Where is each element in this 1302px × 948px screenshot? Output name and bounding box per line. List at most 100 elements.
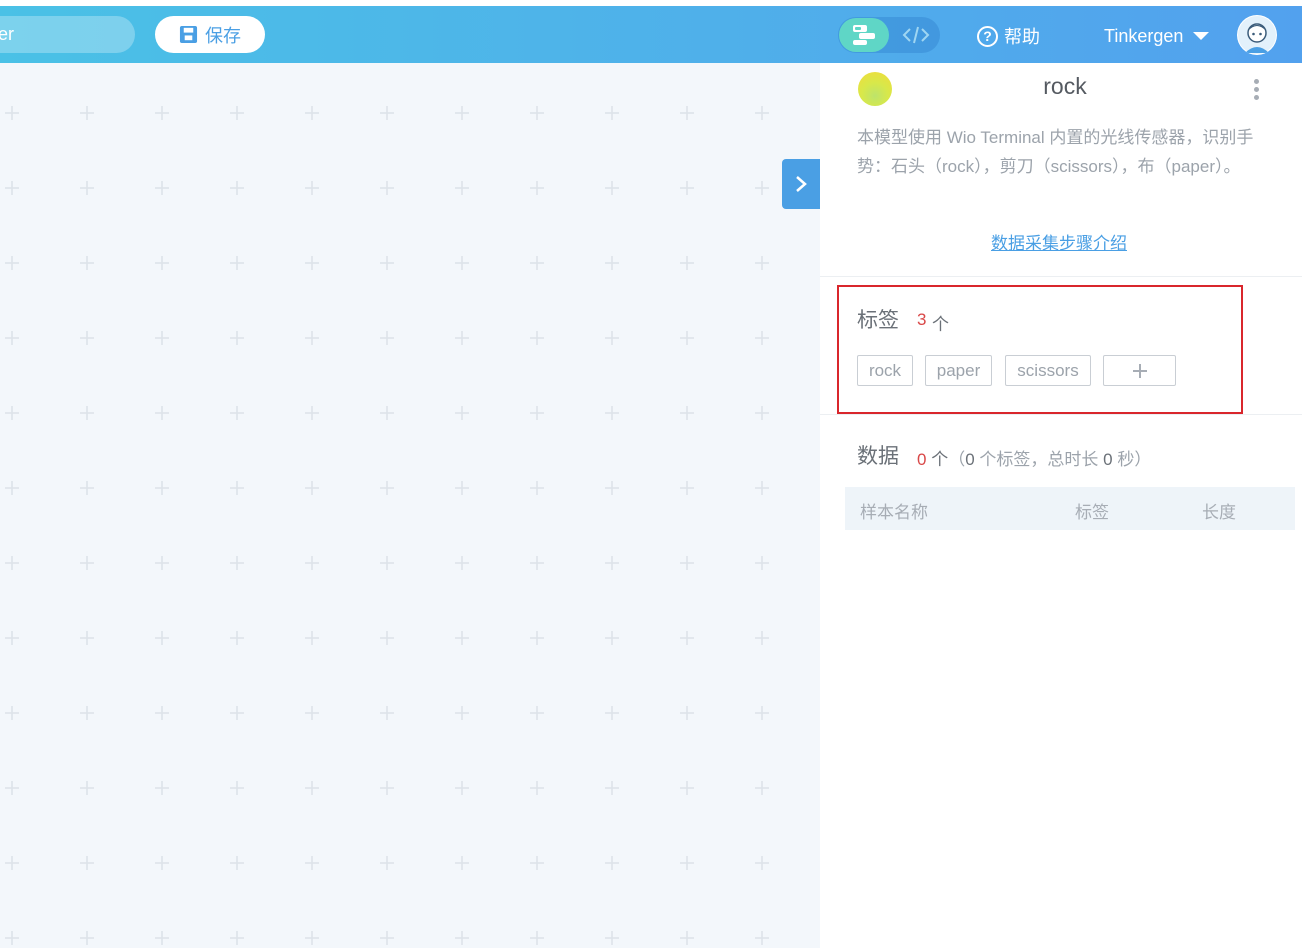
grid-plus-mark xyxy=(455,106,469,120)
data-label-text: 个标签，总时长 xyxy=(979,450,1099,469)
model-name: rock xyxy=(1043,73,1087,99)
user-name: Tinkergen xyxy=(1104,25,1184,46)
grid-plus-mark xyxy=(155,931,169,945)
grid-plus-mark xyxy=(230,106,244,120)
grid-plus-mark xyxy=(455,256,469,270)
grid-plus-mark xyxy=(680,706,694,720)
grid-plus-mark xyxy=(5,856,19,870)
code-mode-toggle[interactable] xyxy=(893,18,939,52)
grid-plus-mark xyxy=(230,781,244,795)
grid-plus-mark xyxy=(305,706,319,720)
grid-plus-mark xyxy=(155,256,169,270)
grid-plus-mark xyxy=(155,181,169,195)
project-name-input[interactable]: er xyxy=(0,16,135,53)
model-panel: rock 本模型使用 Wio Terminal 内置的光线传感器，识别手势：石头… xyxy=(820,63,1302,948)
grid-plus-mark xyxy=(380,631,394,645)
grid-plus-mark xyxy=(305,556,319,570)
grid-plus-mark xyxy=(5,481,19,495)
model-description: 本模型使用 Wio Terminal 内置的光线传感器，识别手势：石头（rock… xyxy=(857,128,1254,176)
grid-plus-mark xyxy=(380,106,394,120)
grid-plus-mark xyxy=(755,631,769,645)
grid-plus-mark xyxy=(530,856,544,870)
samples-table-header: 样本名称 标签 长度 xyxy=(845,487,1295,530)
grid-plus-mark xyxy=(80,256,94,270)
grid-plus-mark xyxy=(230,181,244,195)
mode-switch[interactable] xyxy=(838,17,940,53)
column-length[interactable]: 长度 xyxy=(1202,498,1236,523)
grid-plus-mark xyxy=(380,181,394,195)
app-page: er 保存 ? 帮助 Tinkergen rock 本模型使用 Wio Term… xyxy=(0,0,1302,948)
grid-plus-mark xyxy=(80,631,94,645)
grid-plus-mark xyxy=(80,556,94,570)
code-mode-icon xyxy=(902,26,930,44)
add-label-button[interactable] xyxy=(1103,355,1176,386)
label-tag-paper[interactable]: paper xyxy=(925,355,992,386)
grid-plus-mark xyxy=(755,706,769,720)
grid-plus-mark xyxy=(230,481,244,495)
column-sample-name[interactable]: 样本名称 xyxy=(860,498,928,523)
grid-plus-mark xyxy=(605,556,619,570)
grid-plus-mark xyxy=(5,181,19,195)
data-count: 0 xyxy=(917,450,927,469)
grid-plus-mark xyxy=(155,706,169,720)
grid-plus-mark xyxy=(155,631,169,645)
help-button[interactable]: ? 帮助 xyxy=(977,24,1040,48)
grid-plus-mark xyxy=(80,106,94,120)
data-collection-guide-link[interactable]: 数据采集步骤介绍 xyxy=(991,229,1127,254)
grid-plus-mark xyxy=(755,331,769,345)
save-button-label: 保存 xyxy=(205,25,241,46)
workspace-canvas[interactable] xyxy=(0,63,820,948)
grid-plus-mark xyxy=(230,931,244,945)
grid-plus-mark xyxy=(455,706,469,720)
canvas-grid xyxy=(5,106,769,945)
grid-plus-mark xyxy=(680,781,694,795)
grid-plus-mark xyxy=(155,481,169,495)
top-bar: er 保存 ? 帮助 Tinkergen xyxy=(0,6,1302,63)
grid-plus-mark xyxy=(605,706,619,720)
grid-plus-mark xyxy=(380,556,394,570)
data-duration-unit: 秒 xyxy=(1117,450,1135,469)
grid-plus-mark xyxy=(80,706,94,720)
data-label-count: 0 xyxy=(965,450,975,469)
grid-plus-mark xyxy=(530,556,544,570)
grid-plus-mark xyxy=(755,181,769,195)
column-label[interactable]: 标签 xyxy=(1075,498,1109,523)
grid-plus-mark xyxy=(80,481,94,495)
data-unit: 个 xyxy=(931,450,949,469)
help-label: 帮助 xyxy=(1004,27,1040,47)
grid-plus-mark xyxy=(530,481,544,495)
data-summary: 0 个（0 个标签，总时长 0 秒） xyxy=(917,445,1151,470)
grid-plus-mark xyxy=(455,331,469,345)
grid-plus-mark xyxy=(530,331,544,345)
collapse-panel-button[interactable] xyxy=(782,159,820,209)
grid-plus-mark xyxy=(305,481,319,495)
grid-plus-mark xyxy=(605,856,619,870)
grid-plus-mark xyxy=(605,631,619,645)
grid-plus-mark xyxy=(380,706,394,720)
avatar[interactable] xyxy=(1237,15,1277,55)
grid-plus-mark xyxy=(680,931,694,945)
grid-plus-mark xyxy=(305,331,319,345)
save-button[interactable]: 保存 xyxy=(155,16,265,53)
label-tag-rock[interactable]: rock xyxy=(857,355,913,386)
grid-plus-mark xyxy=(680,856,694,870)
grid-plus-mark xyxy=(380,256,394,270)
labels-title: 标签 xyxy=(857,309,899,332)
grid-plus-mark xyxy=(305,256,319,270)
more-options-icon[interactable] xyxy=(1252,79,1260,101)
blocks-mode-toggle[interactable] xyxy=(839,18,889,52)
user-menu[interactable]: Tinkergen xyxy=(1104,24,1210,48)
grid-plus-mark xyxy=(530,931,544,945)
grid-plus-mark xyxy=(155,106,169,120)
label-tag-scissors[interactable]: scissors xyxy=(1005,355,1091,386)
grid-plus-mark xyxy=(530,631,544,645)
save-icon xyxy=(179,25,198,44)
grid-plus-mark xyxy=(530,706,544,720)
grid-plus-mark xyxy=(605,931,619,945)
grid-plus-mark xyxy=(755,106,769,120)
grid-plus-mark xyxy=(605,781,619,795)
grid-plus-mark xyxy=(80,406,94,420)
grid-plus-mark xyxy=(305,181,319,195)
grid-plus-mark xyxy=(380,931,394,945)
grid-plus-mark xyxy=(80,181,94,195)
